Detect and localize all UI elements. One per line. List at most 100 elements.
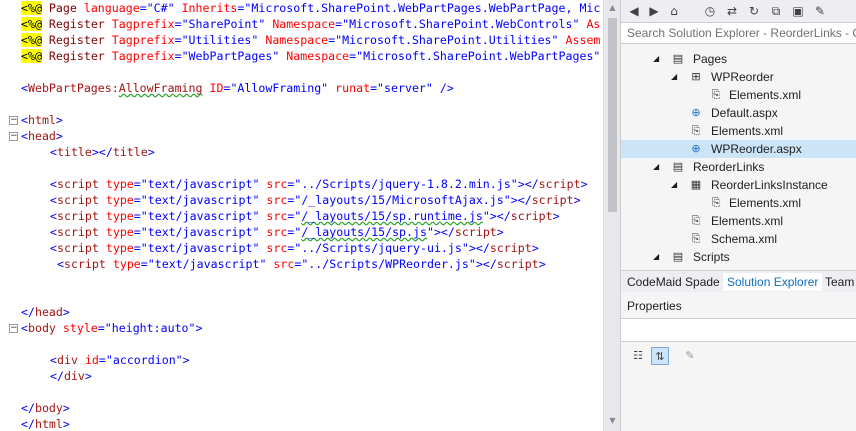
tree-item-elements-xml[interactable]: ⎘ Elements.xml — [621, 194, 856, 212]
tree-item-elements-xml[interactable]: ⎘ Elements.xml — [621, 122, 856, 140]
alphabetical-icon[interactable]: ⇅ — [651, 347, 669, 365]
token: ></ — [91, 145, 113, 159]
xml-file-icon: ⎘ — [691, 214, 701, 227]
tree-item-reorderlinks[interactable]: ◢ ▤ ReorderLinks — [621, 158, 856, 176]
token: "text/javascript" — [140, 193, 260, 207]
code-line-title[interactable]: <title></title> — [50, 144, 155, 160]
code-editor[interactable]: <%@ Page language="C#" Inherits="Microso… — [0, 0, 603, 431]
token: "../Scripts/jquery-1.8.2.min.js" — [294, 177, 518, 191]
editor-vertical-scrollbar[interactable]: ▲ ▼ — [603, 0, 620, 431]
tree-item-default-aspx[interactable]: ⊕ Default.aspx — [621, 104, 856, 122]
token: = — [174, 33, 182, 47]
tree-item-reorderlinksinstance[interactable]: ◢ ▦ ReorderLinksInstance — [621, 176, 856, 194]
expand-arrow-icon[interactable]: ◢ — [671, 68, 681, 86]
code-line-head-open[interactable]: <head> — [21, 128, 63, 144]
expand-arrow-icon[interactable]: ◢ — [671, 176, 681, 194]
directive-open: <%@ — [21, 33, 42, 47]
tab-team[interactable]: Team — [821, 273, 856, 291]
tree-item-elements-xml[interactable]: ⎘ Elements.xml — [621, 86, 856, 104]
show-all-files-icon[interactable]: ▣ — [789, 2, 807, 20]
sync-icon[interactable]: ⇄ — [723, 2, 741, 20]
refresh-icon[interactable]: ↻ — [745, 2, 763, 20]
categorized-icon[interactable]: ☷ — [629, 347, 647, 365]
module-icon: ⊞ — [691, 70, 701, 83]
token: "C#" — [146, 1, 175, 15]
code-line-script-sp-runtime[interactable]: <script type="text/javascript" src="/_la… — [50, 208, 560, 224]
token: type — [98, 193, 134, 207]
tree-item-wpreorder[interactable]: ◢ ⊞ WPReorder — [621, 68, 856, 86]
fold-toggle-body[interactable]: − — [9, 324, 18, 333]
fold-toggle-head[interactable]: − — [9, 132, 18, 141]
code-line-page-directive[interactable]: <%@ Page language="C#" Inherits="Microso… — [21, 0, 600, 16]
token: script — [531, 193, 574, 207]
editor-gutter — [0, 0, 20, 431]
tree-item-label: Elements.xml — [729, 196, 802, 210]
token: Namespace — [265, 17, 336, 31]
property-pages-icon[interactable]: ✎ — [681, 347, 699, 365]
code-line-script-msajax[interactable]: <script type="text/javascript" src="/_la… — [50, 192, 581, 208]
scrollbar-thumb[interactable] — [608, 18, 617, 212]
fold-toggle-html[interactable]: − — [9, 116, 18, 125]
code-line-script-jquery[interactable]: <script type="text/javascript" src="../S… — [50, 176, 588, 192]
code-line-div-close[interactable]: </div> — [50, 368, 92, 384]
code-line-register-sharepoint[interactable]: <%@ Register Tagprefix="SharePoint" Name… — [21, 16, 600, 32]
token: Tagprefix — [111, 33, 175, 47]
tree-item-scripts[interactable]: ◢ ▤ Scripts — [621, 248, 856, 266]
code-line-head-close[interactable]: </head> — [21, 304, 70, 320]
solution-explorer-panel: ◀ ▶ ⌂ ◷ ⇄ ↻ ⧉ ▣ ✎ Search Solution Explor… — [620, 0, 856, 431]
token: Assem — [558, 33, 601, 47]
code-line-script-jqueryui[interactable]: <script type="text/javascript" src="../S… — [50, 240, 539, 256]
expand-arrow-icon[interactable]: ◢ — [653, 158, 663, 176]
token: "../Scripts/jquery-ui.js" — [294, 241, 469, 255]
token: = — [133, 225, 141, 239]
code-line-html-open[interactable]: <html> — [21, 112, 63, 128]
history-icon[interactable]: ◷ — [701, 2, 719, 20]
tree-item-schema-xml[interactable]: ⎘ Schema.xml — [621, 230, 856, 248]
scroll-up-arrow-icon[interactable]: ▲ — [604, 0, 621, 16]
list-icon: ▤ — [672, 160, 684, 173]
properties-icon[interactable]: ✎ — [811, 2, 829, 20]
code-line-body-open[interactable]: <body style="height:auto"> — [21, 320, 203, 336]
token: script — [489, 241, 532, 255]
code-line-register-webpartpages[interactable]: <%@ Register Tagprefix="WebPartPages" Na… — [21, 48, 600, 64]
forward-icon[interactable]: ▶ — [645, 2, 663, 20]
token: </ — [21, 305, 35, 319]
token: style — [55, 321, 98, 335]
scroll-down-arrow-icon[interactable]: ▼ — [604, 413, 621, 429]
token: Tagprefix — [111, 49, 175, 63]
tree-item-wpreorder-aspx[interactable]: ⊕ WPReorder.aspx — [621, 140, 856, 158]
collapse-icon[interactable]: ⧉ — [767, 2, 785, 20]
tree-item-pages[interactable]: ◢ ▤ Pages — [621, 50, 856, 68]
tree-item-elements-xml[interactable]: ⎘ Elements.xml — [621, 212, 856, 230]
code-line-register-utilities[interactable]: <%@ Register Tagprefix="Utilities" Names… — [21, 32, 600, 48]
token: "height:auto" — [104, 321, 196, 335]
directive-open: <%@ — [21, 1, 42, 15]
token: "SharePoint" — [181, 17, 266, 31]
expand-arrow-icon[interactable]: ◢ — [653, 248, 663, 266]
tree-item-label: Pages — [693, 52, 728, 66]
code-line-script-wpreorder[interactable]: <script type="text/javascript" src="../S… — [57, 256, 546, 272]
token: "server" — [377, 81, 433, 95]
token: " — [426, 225, 434, 239]
token: = — [133, 209, 141, 223]
token: script — [63, 257, 106, 271]
code-line-div-open[interactable]: <div id="accordion"> — [50, 352, 190, 368]
code-line-script-sp[interactable]: <script type="text/javascript" src="/_la… — [50, 224, 504, 240]
folder-icon: ▤ — [672, 250, 684, 263]
token: "AllowFraming" — [230, 81, 329, 95]
tab-codemaid-spade[interactable]: CodeMaid Spade — [623, 273, 724, 291]
back-icon[interactable]: ◀ — [625, 2, 643, 20]
home-icon[interactable]: ⌂ — [665, 2, 683, 20]
token: "Utilities" — [181, 33, 259, 47]
token: < — [50, 145, 57, 159]
expand-arrow-icon[interactable]: ◢ — [653, 50, 663, 68]
token: < — [50, 353, 57, 367]
search-solution-explorer-input[interactable]: Search Solution Explorer - ReorderLinks … — [621, 22, 856, 44]
code-line-body-close[interactable]: </body> — [21, 400, 70, 416]
code-line-allowframing[interactable]: <WebPartPages:AllowFraming ID = "AllowFram… — [21, 80, 454, 96]
token: type — [105, 257, 141, 271]
code-line-html-close[interactable]: </html> — [21, 416, 70, 431]
token: > — [62, 417, 70, 431]
tab-solution-explorer[interactable]: Solution Explorer — [723, 273, 823, 291]
properties-object-selector[interactable] — [621, 318, 856, 342]
